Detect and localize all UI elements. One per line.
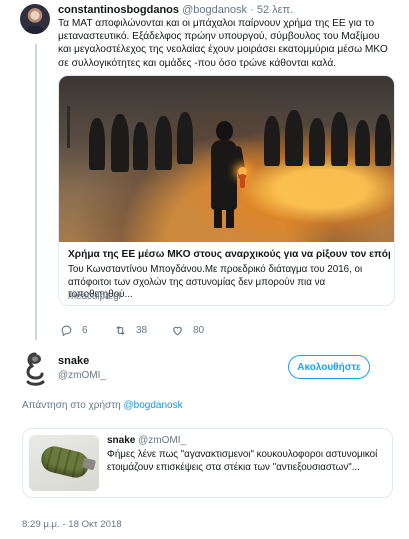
quote-thumbnail: [29, 435, 99, 491]
reply-to-mention[interactable]: @bogdanosk: [124, 400, 183, 411]
reply-author-handle[interactable]: @zmOMI_: [58, 370, 106, 381]
reply-button[interactable]: 6: [60, 324, 88, 337]
tweet-timestamp[interactable]: 8:29 μ.μ. - 18 Οκτ 2018: [22, 519, 122, 530]
author-avatar[interactable]: [20, 4, 50, 34]
card-image: [59, 76, 394, 242]
like-button[interactable]: 80: [171, 324, 204, 337]
reply-to-prefix: Απάντηση στο χρήστη: [22, 400, 121, 411]
tweet-actions: 6 38 80: [60, 324, 260, 338]
card-domain: meaculpa.gr: [68, 291, 122, 302]
reply-author-name[interactable]: snake: [58, 355, 89, 367]
cobra-icon: [26, 352, 45, 386]
reply-icon: [61, 325, 72, 337]
tweet-time[interactable]: · 52 λεπ.: [250, 4, 293, 16]
quote-header: snake @zmOMI_: [107, 435, 186, 446]
retweet-count: 38: [136, 325, 148, 336]
link-card[interactable]: Χρήμα της ΕΕ μέσω ΜΚΟ στους αναρχικούς γ…: [58, 75, 395, 306]
thread-connector-line: [35, 44, 37, 340]
reply-count: 6: [82, 325, 88, 336]
follow-button[interactable]: Ακολουθήστε: [288, 355, 370, 379]
author-name[interactable]: constantinosbogdanos: [58, 4, 179, 16]
quote-author-name: snake: [107, 435, 136, 446]
quote-text: Φήμες λένε πως "αγανακτισμενοι" κουκουλο…: [107, 449, 378, 473]
heart-icon: [173, 326, 182, 336]
quoted-tweet[interactable]: snake @zmOMI_ Φήμες λένε πως "αγανακτισμ…: [22, 428, 393, 498]
retweet-button[interactable]: 38: [114, 324, 147, 337]
like-count: 80: [193, 325, 205, 336]
snake-avatar[interactable]: [22, 352, 48, 386]
retweet-icon: [116, 325, 125, 336]
reply-context: Απάντηση στο χρήστη @bogdanosk: [22, 400, 183, 411]
author-handle[interactable]: @bogdanosk: [182, 4, 247, 16]
quote-author-handle: @zmOMI_: [138, 435, 187, 446]
tweet-text: Τα ΜΑΤ αποφιλώνονται και οι μπάχαλοι παί…: [58, 18, 388, 69]
tweet-header: constantinosbogdanos @bogdanosk · 52 λεπ…: [58, 4, 293, 16]
card-title[interactable]: Χρήμα της ΕΕ μέσω ΜΚΟ στους αναρχικούς γ…: [68, 249, 390, 260]
